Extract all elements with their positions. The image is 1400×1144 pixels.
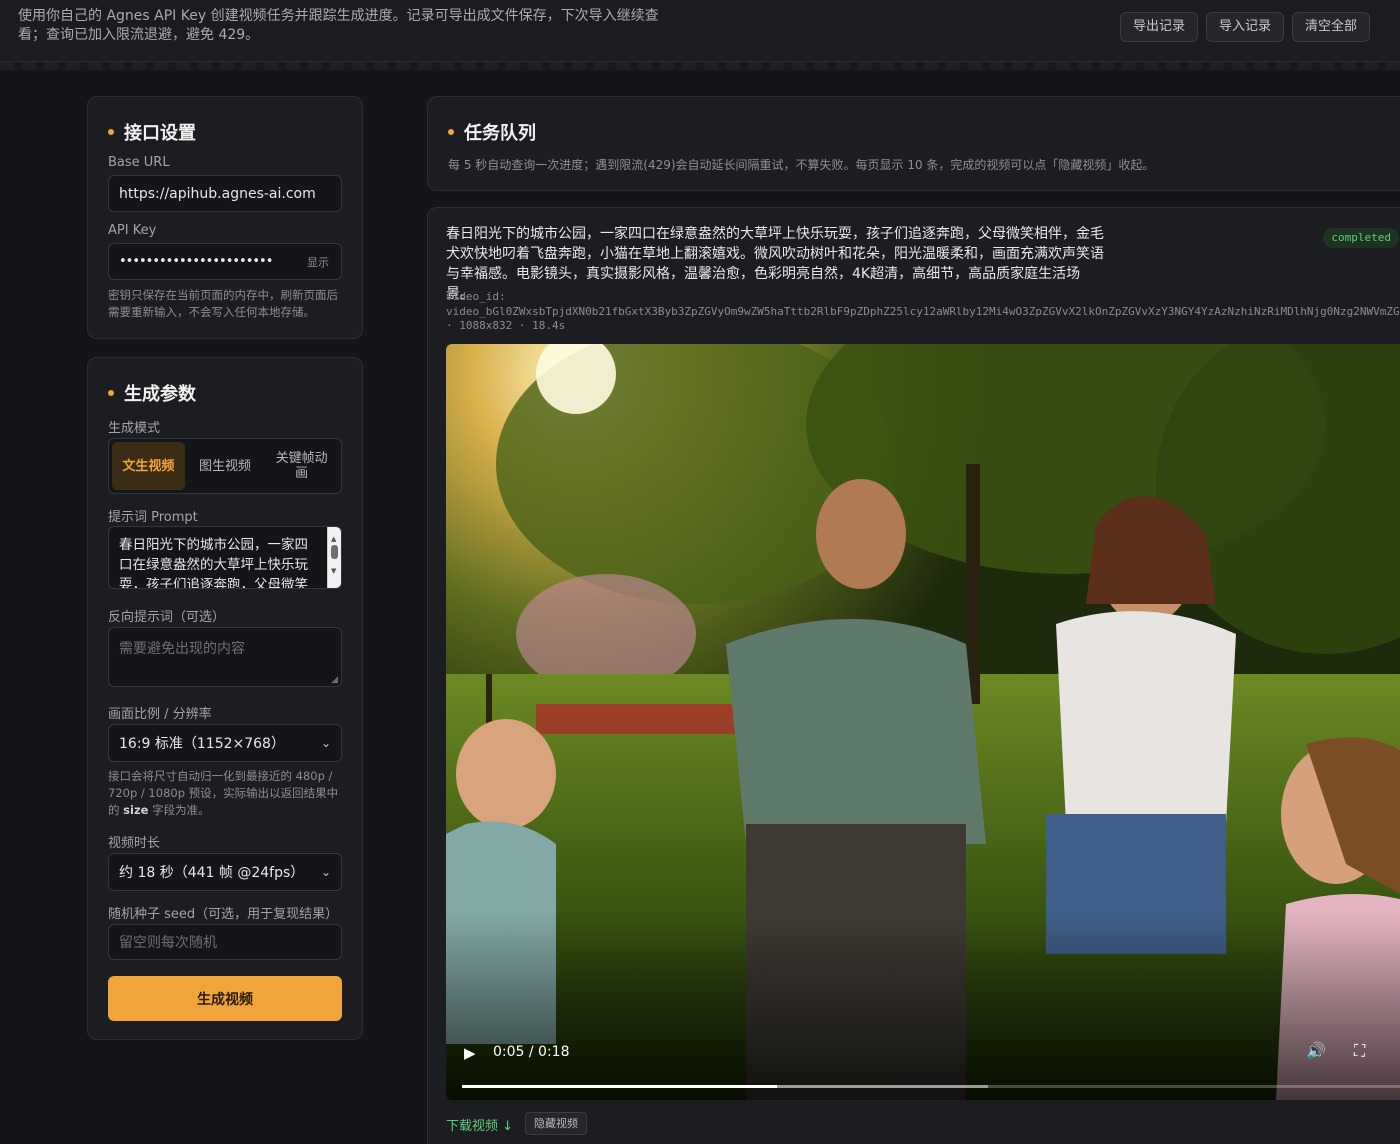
api-key-input[interactable]: ••••••••••••••••••••••• 显示 (108, 243, 342, 280)
bullet-icon (448, 129, 454, 135)
ratio-label: 画面比例 / 分辨率 (108, 707, 212, 722)
api-settings-title: 接口设置 (108, 119, 196, 145)
task-queue-description: 每 5 秒自动查询一次进度；遇到限流(429)会自动延长间隔重试，不算失败。每页… (448, 158, 1155, 172)
base-url-input[interactable]: https://apihub.agnes-ai.com (108, 175, 342, 212)
time-display: 0:05 / 0:18 (493, 1044, 570, 1060)
seek-bar[interactable] (462, 1085, 1400, 1088)
scrollbar-thumb[interactable] (331, 545, 338, 559)
negative-prompt-textarea[interactable]: 需要避免出现的内容 ◢ (108, 627, 342, 687)
prompt-scrollbar[interactable]: ▲ ▼ (327, 527, 341, 588)
status-badge: completed (1323, 228, 1399, 248)
export-button[interactable]: 导出记录 (1119, 12, 1198, 42)
video-player[interactable]: ▶ 0:05 / 0:18 🔊 ⛶ (446, 344, 1400, 1100)
generate-video-button[interactable]: 生成视频 (108, 976, 342, 1021)
download-video-link[interactable]: 下载视频 ↓ (446, 1115, 513, 1134)
prompt-textarea[interactable]: 春日阳光下的城市公园，一家四口在绿意盎然的大草坪上快乐玩耍，孩子们追逐奔跑，父母… (108, 526, 342, 589)
header-actions: 导出记录 导入记录 清空全部 (1119, 12, 1370, 42)
ratio-select[interactable]: 16:9 标准（1152×768） ⌄ (108, 724, 342, 762)
mode-text-to-video[interactable]: 文生视频 (112, 442, 185, 490)
scroll-down-icon: ▼ (331, 567, 337, 575)
chevron-down-icon: ⌄ (320, 736, 331, 750)
seed-label: 随机种子 seed（可选，用于复现结果） (108, 907, 339, 922)
volume-icon[interactable]: 🔊 (1306, 1041, 1326, 1060)
bullet-icon (108, 129, 114, 135)
fullscreen-icon[interactable]: ⛶ (1354, 1041, 1365, 1061)
chevron-down-icon: ⌄ (320, 865, 331, 879)
resize-handle-icon[interactable]: ◢ (331, 675, 338, 685)
divider (0, 62, 1400, 70)
mode-keyframe-animation[interactable]: 关键帧动画 (265, 442, 338, 490)
import-button[interactable]: 导入记录 (1205, 12, 1284, 42)
video-frame-image (446, 344, 1400, 1100)
hide-video-button[interactable]: 隐藏视频 (525, 1112, 587, 1135)
api-key-label: API Key (108, 223, 157, 238)
play-button[interactable]: ▶ (464, 1044, 476, 1062)
seek-progress (462, 1085, 778, 1088)
mode-image-to-video[interactable]: 图生视频 (189, 442, 262, 490)
ratio-hint: 接口会将尺寸自动归一化到最接近的 480p / 720p / 1080p 预设，… (108, 769, 339, 817)
bullet-icon (108, 390, 114, 396)
base-url-label: Base URL (108, 155, 170, 170)
api-settings-card: 接口设置 Base URL https://apihub.agnes-ai.co… (87, 96, 363, 339)
prompt-label: 提示词 Prompt (108, 510, 198, 525)
task-queue-card: 任务队列 每 5 秒自动查询一次进度；遇到限流(429)会自动延长间隔重试，不算… (427, 96, 1400, 191)
duration-label: 视频时长 (108, 836, 161, 851)
generation-params-card: 生成参数 生成模式 文生视频 图生视频 关键帧动画 提示词 Prompt 春日阳… (87, 357, 363, 1040)
api-key-hint: 密钥只保存在当前页面的内存中，刷新页面后需要重新输入，不会写入任何本地存储。 (108, 288, 338, 319)
mode-segmented-control: 文生视频 图生视频 关键帧动画 (108, 438, 342, 494)
generation-params-title: 生成参数 (108, 380, 196, 406)
clear-all-button[interactable]: 清空全部 (1291, 12, 1370, 42)
mode-label: 生成模式 (108, 421, 161, 436)
top-bar: 使用你自己的 Agnes API Key 创建视频任务并跟踪生成进度。记录可导出… (0, 0, 1400, 62)
seed-input[interactable]: 留空则每次随机 (108, 924, 342, 960)
page-description: 使用你自己的 Agnes API Key 创建视频任务并跟踪生成进度。记录可导出… (18, 8, 659, 43)
negative-prompt-label: 反向提示词（可选） (108, 610, 226, 625)
task-card: 春日阳光下的城市公园，一家四口在绿意盎然的大草坪上快乐玩耍，孩子们追逐奔跑，父母… (427, 207, 1400, 1144)
video-meta: video_id: video_bGl0ZWxsbTpjdXN0b21fbGxt… (446, 290, 1400, 332)
show-key-toggle[interactable]: 显示 (307, 254, 329, 270)
task-queue-title: 任务队列 (448, 119, 536, 145)
duration-select[interactable]: 约 18 秒（441 帧 @24fps） ⌄ (108, 853, 342, 891)
